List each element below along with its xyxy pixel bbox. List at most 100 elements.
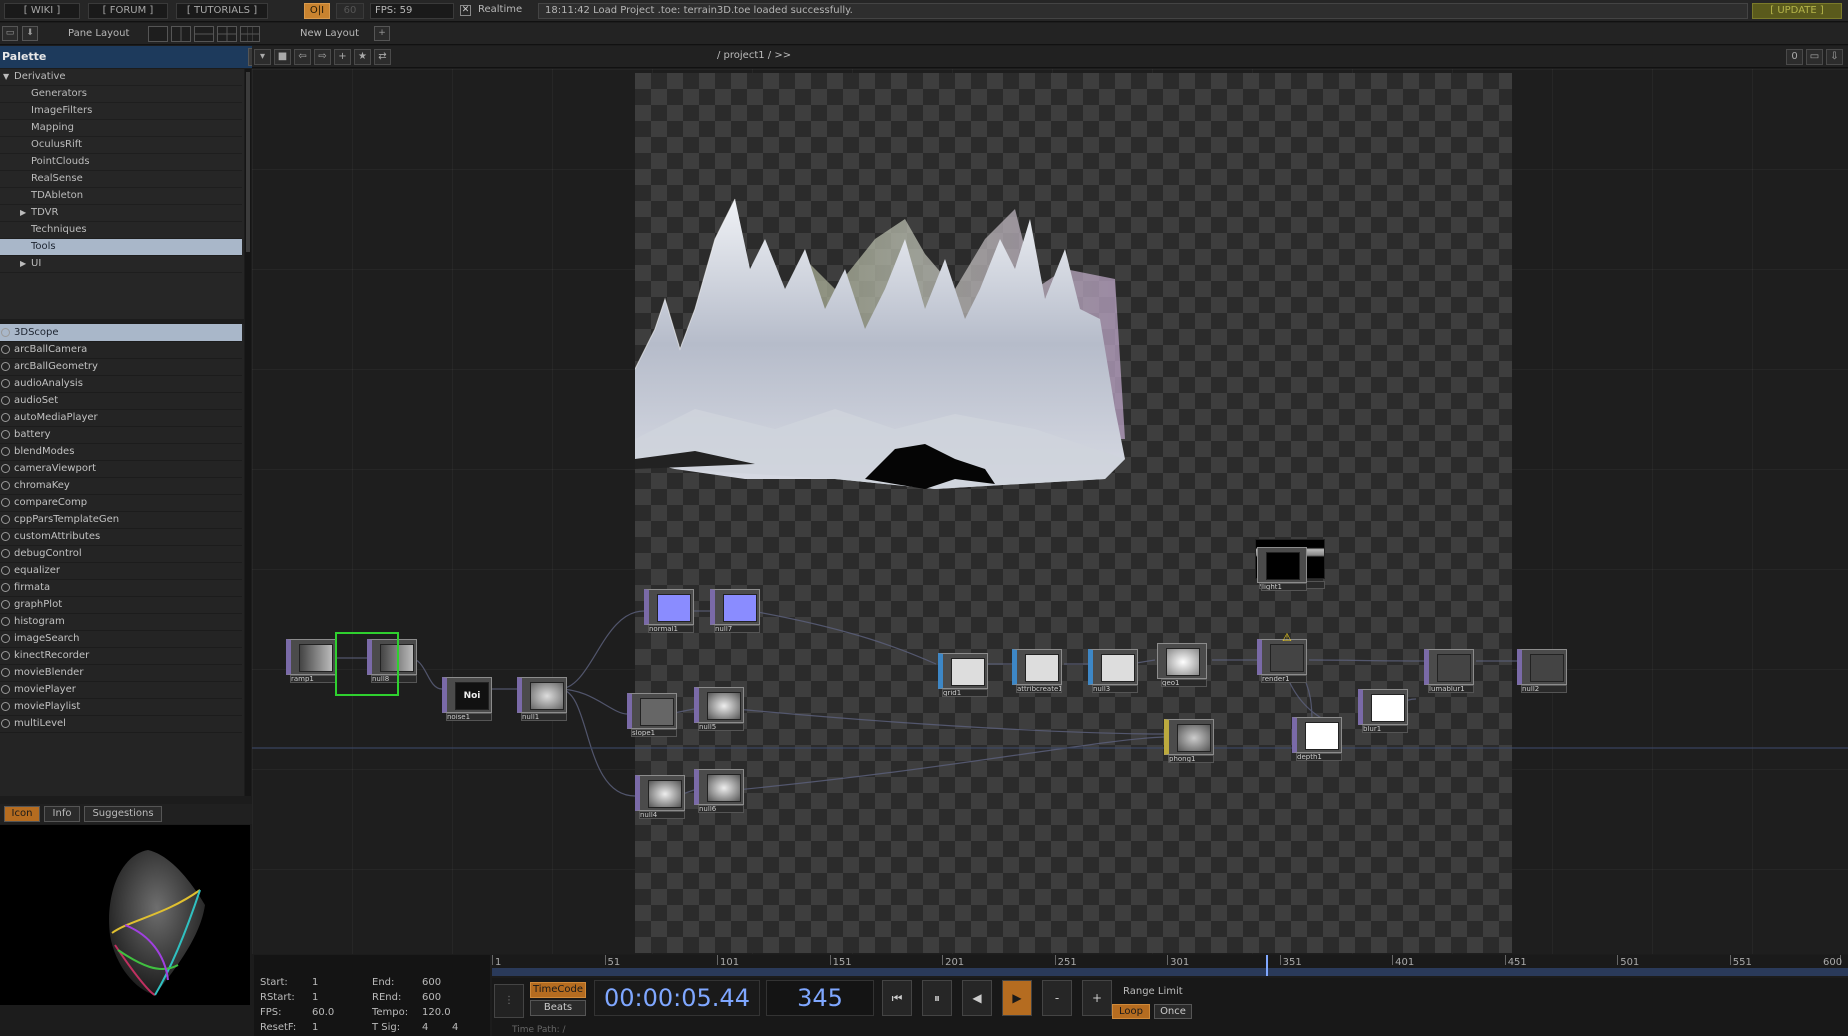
node-body[interactable] (710, 589, 760, 625)
node-noise1[interactable]: Noi noise1 (442, 677, 492, 721)
node-label[interactable]: null4 (639, 811, 685, 819)
forward-icon[interactable]: ⇨ (314, 49, 331, 65)
node-label[interactable]: null2 (1521, 685, 1567, 693)
node-null3[interactable]: null3 (1088, 649, 1138, 693)
node-label[interactable]: light1 (1261, 583, 1307, 591)
start-value[interactable]: 1 (312, 977, 318, 988)
palette-folder-tools[interactable]: Tools (0, 239, 242, 256)
node-body[interactable] (1164, 719, 1214, 755)
tab-suggestions[interactable]: Suggestions (84, 806, 162, 822)
palette-item[interactable]: moviePlayer (0, 681, 242, 699)
rewind-icon[interactable]: ⏮ (882, 980, 912, 1016)
node-lumablur1[interactable]: lumablur1 (1424, 649, 1474, 693)
palette-item[interactable]: arcBallGeometry (0, 358, 242, 376)
node-body[interactable] (1257, 639, 1307, 675)
beats-toggle[interactable]: Beats (530, 1000, 586, 1016)
layout-six-icon[interactable] (240, 26, 260, 42)
node-light1[interactable]: light1 (1257, 547, 1307, 591)
tempo-value[interactable]: 120.0 (422, 1007, 451, 1018)
node-label[interactable]: null5 (698, 723, 744, 731)
palette-item[interactable]: kinectRecorder (0, 647, 242, 665)
node-label[interactable]: depth1 (1296, 753, 1342, 761)
palette-folder-techniques[interactable]: Techniques (0, 222, 242, 239)
node-body[interactable] (286, 639, 336, 675)
palette-item[interactable]: firmata (0, 579, 242, 597)
node-label[interactable]: slope1 (631, 729, 677, 737)
node-body[interactable] (694, 769, 744, 805)
playhead[interactable] (1266, 955, 1269, 976)
download-icon[interactable]: ⬇ (22, 26, 38, 41)
palette-item[interactable]: moviePlaylist (0, 698, 242, 716)
fps-target[interactable]: 60 (336, 3, 364, 19)
node-body[interactable] (1358, 689, 1408, 725)
palette-item[interactable]: cppParsTemplateGen (0, 511, 242, 529)
network-path-breadcrumb[interactable]: / project1 / >> (717, 50, 791, 61)
palette-item[interactable]: imageSearch (0, 630, 242, 648)
layout-split-vertical-icon[interactable] (171, 26, 191, 42)
layout-quad-icon[interactable] (217, 26, 237, 42)
timeline-range-bar[interactable] (492, 968, 1848, 976)
palette-folder-realsense[interactable]: RealSense (0, 171, 242, 188)
network-zero-button[interactable]: 0 (1786, 49, 1803, 65)
node-label[interactable]: noise1 (446, 713, 492, 721)
node-label[interactable]: phong1 (1168, 755, 1214, 763)
expand-right-icon[interactable]: ▶ (20, 205, 26, 221)
node-body[interactable] (1012, 649, 1062, 685)
palette-folder-imagefilters[interactable]: ImageFilters (0, 103, 242, 120)
node-body[interactable] (1292, 717, 1342, 753)
node-label[interactable]: normal1 (648, 625, 694, 633)
tutorials-button[interactable]: [ TUTORIALS ] (176, 3, 268, 19)
timecode-display[interactable]: 00:00:05.44 (594, 980, 760, 1016)
node-grid1[interactable]: grid1 (938, 653, 988, 697)
palette-item[interactable]: audioAnalysis (0, 375, 242, 393)
palette-folder-oculusrift[interactable]: OculusRift (0, 137, 242, 154)
layout-single-icon[interactable] (148, 26, 168, 42)
node-body[interactable] (627, 693, 677, 729)
node-label[interactable]: lumablur1 (1428, 685, 1474, 693)
node-body[interactable] (644, 589, 694, 625)
palette-folder-generators[interactable]: Generators (0, 86, 242, 103)
rend-value[interactable]: 600 (422, 992, 441, 1003)
node-geo1[interactable]: geo1 (1157, 643, 1207, 687)
node-render1[interactable]: render1 (1257, 639, 1307, 683)
new-layout-plus-button[interactable]: + (374, 26, 390, 41)
palette-item[interactable]: equalizer (0, 562, 242, 580)
end-value[interactable]: 600 (422, 977, 441, 988)
palette-item[interactable]: chromaKey (0, 477, 242, 495)
node-label[interactable]: attribcreate1 (1016, 685, 1062, 693)
palette-folder-tdableton[interactable]: TDAbleton (0, 188, 242, 205)
palette-item[interactable]: cameraViewport (0, 460, 242, 478)
palette-folder-ui[interactable]: ▶ UI (0, 256, 242, 273)
maximize-icon[interactable]: ▭ (1806, 49, 1823, 65)
node-label[interactable]: null1 (521, 713, 567, 721)
pin-down-icon[interactable]: ⇩ (1826, 49, 1843, 65)
palette-item[interactable]: 3DScope (0, 324, 242, 342)
expand-down-icon[interactable]: ▼ (3, 69, 9, 85)
update-button[interactable]: [ UPDATE ] (1752, 3, 1842, 19)
palette-folder-pointclouds[interactable]: PointClouds (0, 154, 242, 171)
node-slope1[interactable]: slope1 (627, 693, 677, 737)
node-label[interactable]: null6 (698, 805, 744, 813)
forum-button[interactable]: [ FORUM ] (88, 3, 168, 19)
rstart-value[interactable]: 1 (312, 992, 318, 1003)
network-editor[interactable]: ramp1 null8 Noi noise1 null1 normal1 null7 slop… (252, 69, 1848, 954)
node-ramp1[interactable]: ramp1 (286, 639, 336, 683)
link-icon[interactable]: ⇄ (374, 49, 391, 65)
loop-toggle[interactable]: Loop (1112, 1004, 1150, 1019)
node-null1[interactable]: null1 (517, 677, 567, 721)
resetf-value[interactable]: 1 (312, 1022, 318, 1033)
timecode-toggle[interactable]: TimeCode (530, 982, 586, 998)
tsig-numerator[interactable]: 4 (422, 1022, 428, 1033)
palette-item[interactable]: compareComp (0, 494, 242, 512)
node-body[interactable] (1088, 649, 1138, 685)
back-icon[interactable]: ⇦ (294, 49, 311, 65)
node-null7[interactable]: null7 (710, 589, 760, 633)
node-depth1[interactable]: depth1 (1292, 717, 1342, 761)
node-body[interactable] (1257, 547, 1307, 583)
palette-item[interactable]: customAttributes (0, 528, 242, 546)
step-plus-button[interactable]: + (1082, 980, 1112, 1016)
palette-folder-tdvr[interactable]: ▶ TDVR (0, 205, 242, 222)
pause-icon[interactable]: ⏸ (922, 980, 952, 1016)
node-null5[interactable]: null5 (694, 687, 744, 731)
palette-item[interactable]: audioSet (0, 392, 242, 410)
